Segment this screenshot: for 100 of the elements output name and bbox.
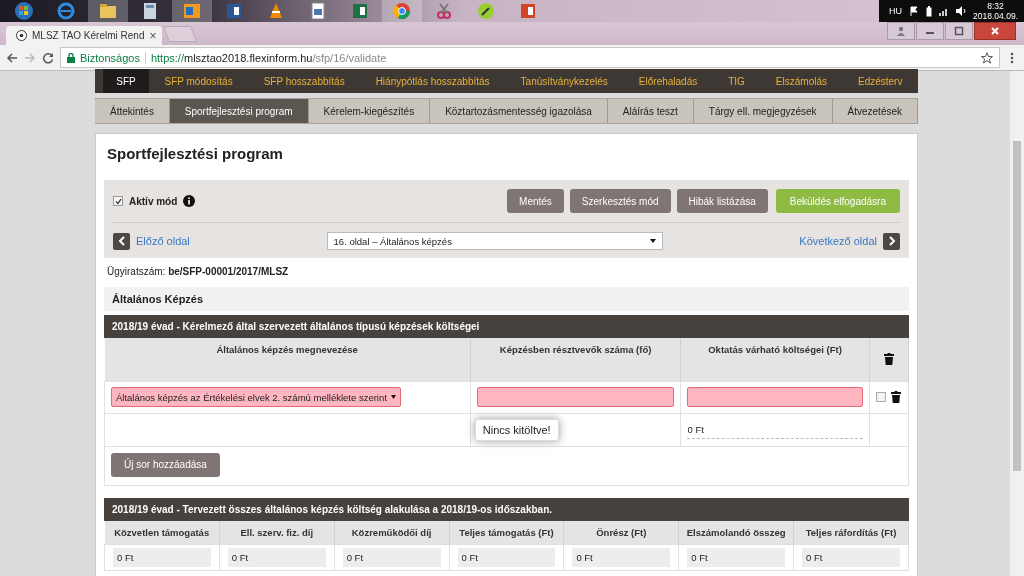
battery-icon[interactable] [926, 5, 933, 17]
address-bar[interactable]: Biztonságos https://mlsztao2018.flexinform.hu/sfp/16/validate [60, 47, 1000, 68]
table-title: 2018/19 évad - Kérelmező által szervezett általános típusú képzések költségei [104, 315, 909, 338]
tab-title: MLSZ TAO Kérelmi Rend [32, 30, 145, 41]
nav-tab[interactable]: Hiánypótlás hosszabbítás [360, 69, 506, 93]
column-header: Közreműködői díj [334, 520, 450, 545]
amount-field: 0 Ft [227, 548, 326, 567]
action-button[interactable]: Hibák listázása [676, 189, 768, 213]
folder-icon[interactable] [99, 2, 117, 20]
validation-tooltip: Nincs kitöltve! [474, 418, 559, 441]
browser-tab[interactable]: MLSZ TAO Kérelmi Rend × [6, 26, 163, 45]
signal-icon[interactable] [939, 6, 950, 16]
page-title: Sportfejlesztési program [107, 145, 284, 162]
amount-field: 0 Ft [802, 548, 900, 567]
action-button[interactable]: Mentés [507, 189, 564, 213]
spreadsheet-doc-icon[interactable] [309, 2, 327, 20]
nav-tab[interactable]: SFP hosszabbítás [248, 69, 361, 93]
checkbox[interactable] [113, 196, 123, 206]
action-button[interactable]: Szerkesztés mód [569, 189, 671, 213]
browser-icon[interactable] [57, 2, 75, 20]
start-orb-icon[interactable] [14, 1, 34, 21]
document-app-icon[interactable] [225, 2, 243, 20]
chevron-right-icon [887, 236, 896, 246]
amount-field: 0 Ft [457, 548, 556, 567]
close-button[interactable] [974, 22, 1016, 40]
column-header: Elszámolandó összeg [678, 520, 794, 545]
speaker-icon[interactable] [956, 6, 967, 16]
subnav-tab[interactable]: Aláírás teszt [607, 99, 694, 123]
column-header: Képzésben résztvevők száma (fő) [470, 338, 681, 381]
nav-tab[interactable]: Edzésterv [842, 69, 918, 93]
cost-input[interactable] [687, 387, 863, 407]
column-header: Ell. szerv. fiz. díj [219, 520, 335, 545]
info-icon [183, 195, 196, 207]
scrollbar[interactable] [1010, 71, 1024, 576]
next-page-link[interactable]: Következő oldal [799, 235, 877, 247]
column-header: Önrész (Ft) [563, 520, 679, 545]
clock-time[interactable]: 8:32 [987, 1, 1004, 11]
calculator-icon[interactable] [141, 2, 159, 20]
nav-tab[interactable]: Elszámolás [760, 69, 843, 93]
nav-tab[interactable]: SFP [103, 69, 149, 93]
section-title: Általános Képzés [104, 287, 909, 311]
trash-icon[interactable] [883, 353, 894, 366]
subnav-tab[interactable]: Köztartozásmentesség igazolása [430, 99, 608, 123]
table-title: 2018/19 évad - Tervezett összes általános képzés költség alakulása a 2018/19-os időszakban. [104, 497, 909, 521]
scissors-icon[interactable] [435, 2, 453, 20]
nav-tab[interactable]: SFP módosítás [149, 69, 249, 93]
column-header: Teljes ráfordítás (Ft) [793, 520, 909, 545]
presentation-app-icon[interactable] [519, 2, 537, 20]
nav-tab[interactable]: TIG [712, 69, 761, 93]
column-header: Általános képzés megnevezése [104, 338, 471, 381]
close-icon [990, 26, 1000, 36]
minimize-button[interactable] [916, 22, 944, 40]
security-label: Biztonságos [80, 51, 140, 64]
dropdown-caret-icon [649, 239, 656, 243]
traffic-cone-icon[interactable] [267, 2, 285, 20]
maximize-icon [954, 26, 964, 36]
subnav-tab[interactable]: Áttekintés [95, 99, 170, 123]
tab-close-button[interactable]: × [149, 28, 157, 43]
subnav-tab[interactable]: Tárgy ell. megjegyzések [693, 99, 833, 123]
maximize-button[interactable] [945, 22, 973, 40]
total-amount: 0 Ft [687, 420, 863, 439]
add-row-button[interactable]: Új sor hozzáadása [111, 452, 220, 477]
case-number: Ügyiratszám: be/SFP-00001/2017/MLSZ [107, 266, 290, 277]
training-select[interactable]: Általános képzés az Értékelési elvek 2. számú melléklete szerint [111, 387, 401, 407]
star-icon[interactable] [981, 51, 993, 64]
reload-icon[interactable] [42, 51, 54, 64]
url-text: https://mlsztao2018.flexinform.hu/sfp/16/validate [150, 51, 387, 64]
clock-date[interactable]: 2018.04.09. [973, 11, 1018, 21]
person-icon [896, 26, 906, 36]
mail-app-icon[interactable] [183, 2, 201, 20]
web-browser-icon[interactable] [393, 2, 411, 20]
next-arrow-button[interactable] [883, 232, 900, 250]
trash-icon[interactable] [891, 391, 902, 403]
subnav-tab[interactable]: Sportfejlesztési program [169, 99, 309, 123]
column-header: Oktatás várható költségei (Ft) [680, 338, 870, 381]
participants-input[interactable] [476, 387, 675, 407]
language-indicator[interactable]: HU [889, 6, 903, 16]
nav-tab[interactable]: Tanúsítványkezelés [505, 69, 624, 93]
subnav-tab[interactable]: Átvezetések [832, 99, 918, 123]
previous-page-link[interactable]: Előző oldal [136, 235, 190, 247]
column-header: Közvetlen támogatás [104, 520, 220, 545]
dropdown-caret-icon [390, 395, 396, 399]
row-checkbox[interactable] [876, 392, 887, 402]
profile-button[interactable] [887, 22, 915, 40]
subnav-tab[interactable]: Kérelem-kiegészítés [308, 99, 431, 123]
amount-field: 0 Ft [687, 548, 786, 567]
spreadsheet-app-icon[interactable] [351, 2, 369, 20]
amount-field: 0 Ft [113, 548, 211, 567]
amount-field: 0 Ft [572, 548, 671, 567]
column-header: Teljes támogatás (Ft) [449, 520, 564, 545]
lock-icon [67, 52, 75, 63]
page-select[interactable]: 16. oldal – Általános képzés [326, 232, 663, 250]
back-arrow-icon[interactable] [6, 51, 18, 64]
nav-tab[interactable]: Előrehaladás [623, 69, 713, 93]
checkbox-label: Aktív mód [129, 195, 178, 207]
amount-field: 0 Ft [342, 548, 441, 567]
check-icon [114, 197, 122, 205]
previous-arrow-button[interactable] [113, 232, 130, 250]
menu-icon[interactable] [1010, 51, 1014, 64]
flag-icon[interactable] [909, 6, 920, 16]
